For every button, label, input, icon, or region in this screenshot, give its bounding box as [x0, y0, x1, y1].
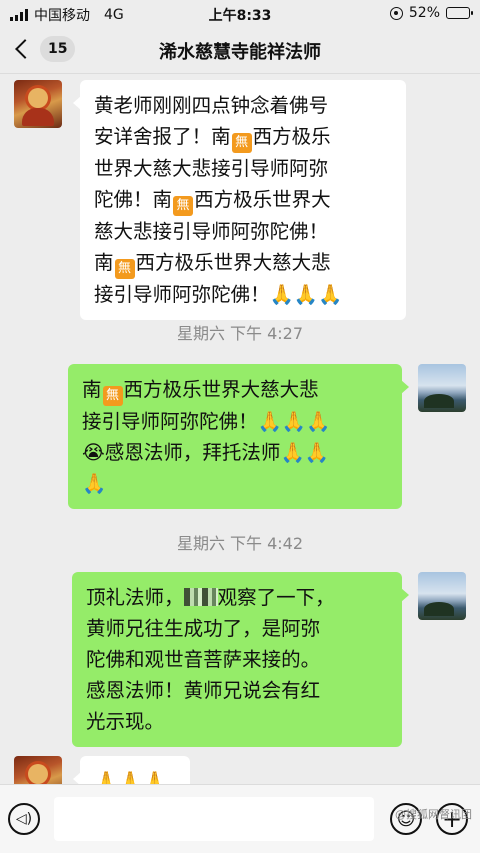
- message-bubble-2[interactable]: 南無西方极乐世界大慈大悲接引导师阿弥陀佛！🙏🙏🙏 😭感恩法师，拜托法师🙏🙏 🙏: [68, 364, 409, 509]
- battery-icon: [446, 7, 473, 19]
- message-line: 顶礼法师， 观察了一下，: [86, 586, 335, 609]
- wu-emoji-icon: 無: [231, 133, 252, 153]
- status-bar: 中国移动 4G 上午8:33 52%: [0, 0, 480, 26]
- message-line: 安详舍报了！南無西方极乐: [94, 121, 392, 153]
- message-line: 南無西方极乐世界大慈大悲: [94, 247, 392, 279]
- wu-emoji-icon: 無: [102, 386, 123, 406]
- message-line: 世界大慈大悲接引导师阿弥: [94, 157, 329, 180]
- message-line: 光示现。: [86, 710, 165, 733]
- avatar-self[interactable]: [418, 572, 466, 620]
- watermark: @搜狐网督讯团: [395, 808, 472, 821]
- battery-percent: 52%: [408, 5, 440, 21]
- wu-emoji-icon: 無: [173, 196, 194, 216]
- message-line: 接引导师阿弥陀佛！🙏🙏🙏: [94, 283, 343, 306]
- chat-area[interactable]: 黄老师刚刚四点钟念着佛号安详舍报了！南無西方极乐世界大慈大悲接引导师阿弥陀佛！南…: [0, 74, 480, 784]
- timestamp-1: 星期六 下午 4:27: [176, 324, 304, 343]
- message-bubble-4[interactable]: 🙏🙏🙏: [73, 756, 190, 784]
- voice-icon: ◁): [15, 811, 33, 827]
- message-input[interactable]: [54, 797, 374, 841]
- timestamp-2: 星期六 下午 4:42: [176, 534, 304, 553]
- message-line: 🙏🙏🙏: [94, 770, 167, 784]
- voice-button[interactable]: ◁): [8, 803, 40, 835]
- avatar-self[interactable]: [418, 364, 466, 412]
- message-text: 黄老师刚刚四点钟念着佛号安详舍报了！南無西方极乐世界大慈大悲接引导师阿弥陀佛！南…: [94, 90, 392, 310]
- redacted-name-icon: [183, 588, 218, 606]
- status-right: 52%: [389, 5, 473, 21]
- message-line: 😭感恩法师，拜托法师🙏🙏: [82, 441, 329, 464]
- message-text: 🙏🙏🙏: [94, 766, 176, 784]
- avatar-master[interactable]: [14, 80, 62, 128]
- nav-bar: 15 浠水慈慧寺能祥法师: [0, 26, 480, 74]
- message-text: 顶礼法师， 观察了一下， 黄师兄往生成功了，是阿弥 陀佛和观世音菩萨来接的。 感恩法师！…: [86, 582, 388, 737]
- message-text: 南無西方极乐世界大慈大悲接引导师阿弥陀佛！🙏🙏🙏 😭感恩法师，拜托法师🙏🙏 🙏: [82, 374, 388, 499]
- rotation-lock-icon: [389, 6, 403, 20]
- wu-emoji-icon: 無: [114, 259, 135, 279]
- chat-title: 浠水慈慧寺能祥法师: [159, 42, 321, 63]
- message-bubble-3[interactable]: 顶礼法师， 观察了一下， 黄师兄往生成功了，是阿弥 陀佛和观世音菩萨来接的。 感恩法师！…: [72, 572, 409, 747]
- message-bubble-1[interactable]: 黄老师刚刚四点钟念着佛号安详舍报了！南無西方极乐世界大慈大悲接引导师阿弥陀佛！南…: [73, 80, 406, 320]
- message-line: 慈大悲接引导师阿弥陀佛！: [94, 220, 329, 243]
- avatar-master[interactable]: [14, 756, 62, 784]
- message-line: 南無西方极乐世界大慈大悲: [82, 374, 388, 406]
- message-line: 黄师兄往生成功了，是阿弥: [86, 617, 321, 640]
- message-line: 陀佛和观世音菩萨来接的。: [86, 648, 321, 671]
- message-line: 陀佛！南無西方极乐世界大: [94, 184, 392, 216]
- message-line: 🙏: [82, 472, 107, 495]
- message-line: 感恩法师！黄师兄说会有红: [86, 679, 321, 702]
- message-line: 接引导师阿弥陀佛！🙏🙏🙏: [82, 410, 331, 433]
- message-line: 黄老师刚刚四点钟念着佛号: [94, 94, 329, 117]
